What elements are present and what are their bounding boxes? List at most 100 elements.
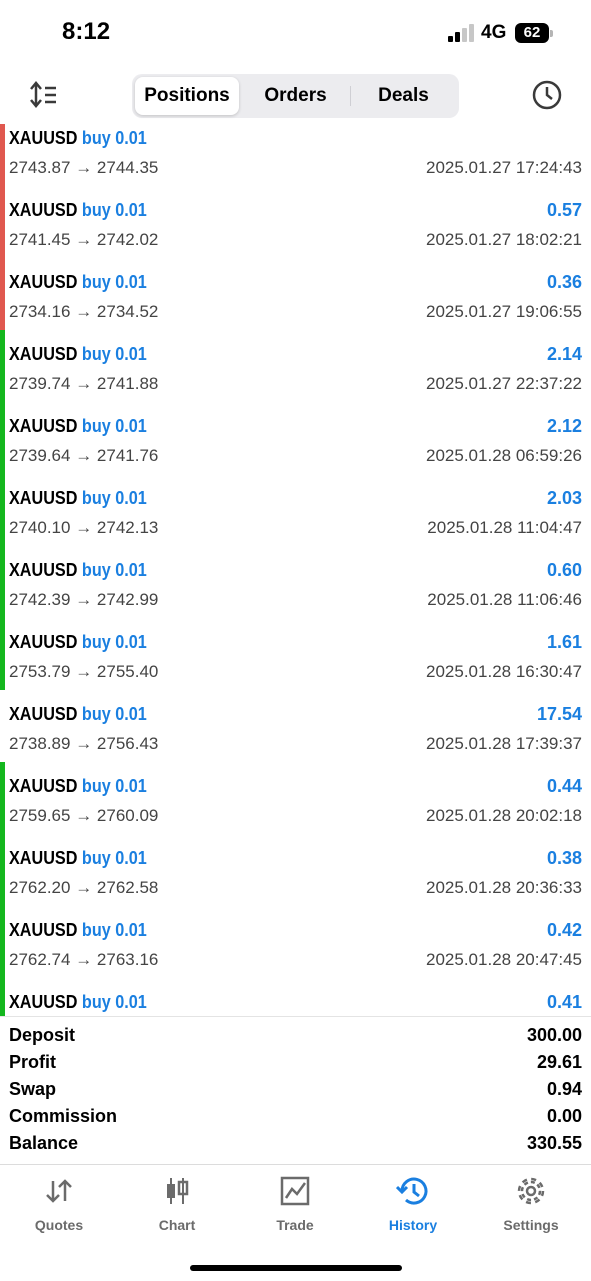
tab-history[interactable]: History bbox=[354, 1175, 472, 1239]
close-datetime: 2025.01.27 17:24:43 bbox=[426, 158, 582, 177]
direction: buy bbox=[81, 128, 111, 148]
profit-value: 2.12 bbox=[546, 416, 582, 436]
status-bar: 8:12 4G 62 bbox=[0, 0, 591, 68]
close-price: 2755.40 bbox=[96, 662, 159, 681]
symbol: XAUUSD bbox=[9, 560, 78, 580]
direction: buy bbox=[81, 560, 111, 580]
open-price: 2741.45 bbox=[9, 230, 71, 249]
price-range: 2743.87 → 2744.35 bbox=[9, 158, 158, 178]
close-price: 2760.09 bbox=[96, 806, 159, 825]
summary-label: Swap bbox=[9, 1079, 57, 1099]
position-row[interactable]: XAUUSD buy 0.01 0.60 2742.39 → 2742.99 2… bbox=[0, 546, 591, 618]
tab-trade[interactable]: Trade bbox=[236, 1175, 354, 1239]
tab-label: Settings bbox=[503, 1217, 559, 1233]
arrow-icon: → bbox=[75, 950, 93, 969]
position-row[interactable]: XAUUSD buy 0.01 17.54 2738.89 → 2756.43 … bbox=[0, 690, 591, 762]
summary-value: 0.94 bbox=[546, 1079, 582, 1099]
symbol: XAUUSD bbox=[9, 344, 78, 364]
tab-positions[interactable]: Positions bbox=[135, 77, 239, 115]
open-price: 2739.64 bbox=[9, 446, 71, 465]
direction-volume: buy 0.01 bbox=[82, 560, 147, 580]
position-row[interactable]: XAUUSD buy 0.01 2.03 2740.10 → 2742.13 2… bbox=[0, 474, 591, 546]
history-header: Positions Orders Deals bbox=[0, 68, 591, 124]
direction-volume: buy 0.01 bbox=[82, 344, 147, 364]
summary-commission: Commission 0.00 bbox=[9, 1106, 582, 1133]
volume: 0.01 bbox=[115, 920, 147, 940]
direction: buy bbox=[81, 704, 111, 724]
volume: 0.01 bbox=[115, 200, 147, 220]
summary-swap: Swap 0.94 bbox=[9, 1079, 582, 1106]
tab-settings[interactable]: Settings bbox=[472, 1175, 590, 1239]
position-title: XAUUSD buy 0.01 bbox=[9, 200, 147, 221]
close-price: 2762.58 bbox=[96, 878, 159, 897]
arrow-icon: → bbox=[75, 662, 93, 681]
open-price: 2742.39 bbox=[9, 590, 71, 609]
close-datetime: 2025.01.28 20:47:45 bbox=[426, 950, 582, 969]
profit-value: 0.38 bbox=[546, 848, 582, 868]
history-icon bbox=[396, 1177, 428, 1205]
tab-quotes[interactable]: Quotes bbox=[0, 1175, 118, 1239]
open-price: 2739.74 bbox=[9, 374, 71, 393]
volume: 0.01 bbox=[115, 488, 147, 508]
price-range: 2759.65 → 2760.09 bbox=[9, 806, 158, 826]
summary-value: 300.00 bbox=[526, 1025, 582, 1045]
home-indicator bbox=[190, 1265, 402, 1271]
summary-balance: Balance 330.55 bbox=[9, 1133, 582, 1160]
position-row[interactable]: XAUUSD buy 0.01 0.41 2762.88 → 2763.29 2… bbox=[0, 978, 591, 1016]
tab-label: Trade bbox=[276, 1217, 314, 1233]
direction: buy bbox=[81, 488, 111, 508]
position-title: XAUUSD buy 0.01 bbox=[9, 776, 147, 797]
summary-label: Deposit bbox=[9, 1025, 76, 1045]
tab-bar: Quotes Chart Trade History Settings bbox=[0, 1164, 591, 1281]
position-row[interactable]: XAUUSD buy 0.01 0.57 2741.45 → 2742.02 2… bbox=[0, 186, 591, 258]
direction: buy bbox=[81, 416, 111, 436]
direction-volume: buy 0.01 bbox=[82, 992, 147, 1012]
direction: buy bbox=[81, 344, 111, 364]
position-row[interactable]: XAUUSD buy 0.01 0.38 2762.20 → 2762.58 2… bbox=[0, 834, 591, 906]
profit-value: 2.03 bbox=[546, 488, 582, 508]
sort-icon[interactable] bbox=[28, 80, 60, 110]
result-bar bbox=[0, 186, 5, 258]
close-datetime: 2025.01.28 16:30:47 bbox=[426, 662, 582, 681]
close-datetime: 2025.01.28 17:39:37 bbox=[426, 734, 582, 753]
result-bar bbox=[0, 690, 5, 762]
result-bar bbox=[0, 258, 5, 330]
position-title: XAUUSD buy 0.01 bbox=[9, 848, 147, 869]
profit-value: 1.61 bbox=[546, 632, 582, 652]
profit-value: 2.14 bbox=[546, 344, 582, 364]
position-title: XAUUSD buy 0.01 bbox=[9, 488, 147, 509]
volume: 0.01 bbox=[115, 848, 147, 868]
tab-deals[interactable]: Deals bbox=[351, 77, 456, 115]
position-row[interactable]: XAUUSD buy 0.01 0.44 2759.65 → 2760.09 2… bbox=[0, 762, 591, 834]
position-row[interactable]: XAUUSD buy 0.01 0.42 2762.74 → 2763.16 2… bbox=[0, 906, 591, 978]
close-datetime: 2025.01.28 06:59:26 bbox=[426, 446, 582, 465]
battery-icon: 62 bbox=[515, 23, 549, 43]
position-title: XAUUSD buy 0.01 bbox=[9, 920, 147, 941]
position-row[interactable]: XAUUSD buy 0.01 2.12 2739.64 → 2741.76 2… bbox=[0, 402, 591, 474]
arrow-icon: → bbox=[75, 734, 93, 753]
result-bar bbox=[0, 618, 5, 690]
position-row[interactable]: XAUUSD buy 0.01 0.36 2734.16 → 2734.52 2… bbox=[0, 258, 591, 330]
arrow-icon: → bbox=[75, 590, 93, 609]
open-price: 2734.16 bbox=[9, 302, 71, 321]
positions-list[interactable]: XAUUSD buy 0.01 2743.87 → 2744.35 2025.0… bbox=[0, 124, 591, 1016]
clock-icon[interactable] bbox=[530, 78, 564, 112]
direction: buy bbox=[81, 920, 111, 940]
tab-label: Quotes bbox=[34, 1217, 84, 1233]
volume: 0.01 bbox=[115, 416, 147, 436]
symbol: XAUUSD bbox=[9, 200, 78, 220]
close-price: 2734.52 bbox=[96, 302, 159, 321]
volume: 0.01 bbox=[115, 272, 147, 292]
volume: 0.01 bbox=[115, 560, 147, 580]
price-range: 2739.64 → 2741.76 bbox=[9, 446, 158, 466]
position-row[interactable]: XAUUSD buy 0.01 1.61 2753.79 → 2755.40 2… bbox=[0, 618, 591, 690]
position-row[interactable]: XAUUSD buy 0.01 2743.87 → 2744.35 2025.0… bbox=[0, 124, 591, 186]
symbol: XAUUSD bbox=[9, 920, 78, 940]
profit-value: 17.54 bbox=[536, 704, 582, 724]
result-bar bbox=[0, 402, 5, 474]
tab-orders[interactable]: Orders bbox=[242, 77, 349, 115]
position-row[interactable]: XAUUSD buy 0.01 2.14 2739.74 → 2741.88 2… bbox=[0, 330, 591, 402]
volume: 0.01 bbox=[115, 632, 147, 652]
close-price: 2742.13 bbox=[96, 518, 159, 537]
tab-chart[interactable]: Chart bbox=[118, 1175, 236, 1239]
